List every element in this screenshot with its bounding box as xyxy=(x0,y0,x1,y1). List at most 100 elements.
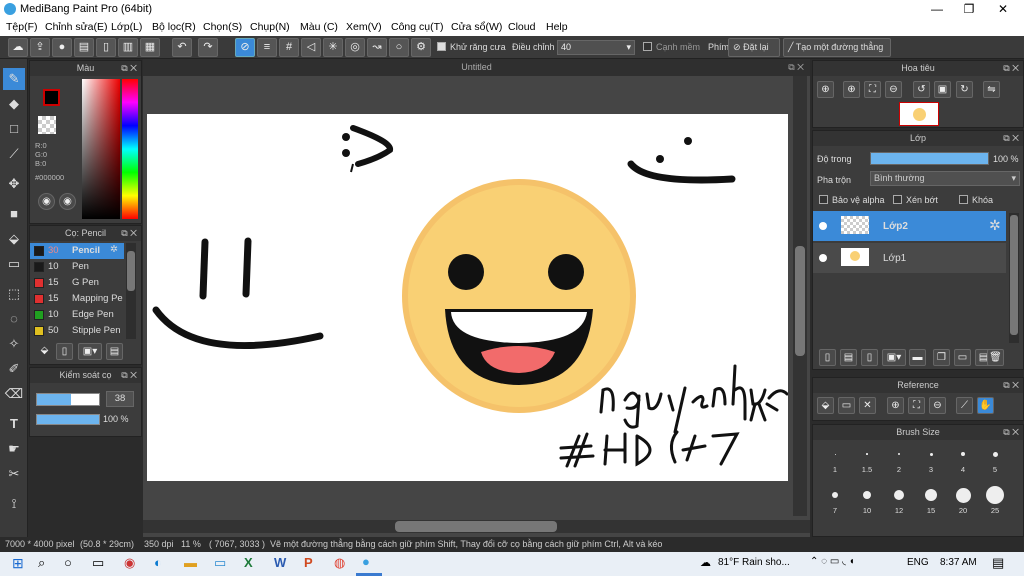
brush-menu-icon[interactable]: ▣▾ xyxy=(78,343,102,360)
reset-view-icon[interactable]: ▣ xyxy=(934,81,951,98)
brush-size-slider[interactable] xyxy=(36,393,100,406)
antialias-checkbox[interactable] xyxy=(437,42,446,51)
redo-button[interactable]: ↷ xyxy=(198,38,218,57)
menu-layer[interactable]: Lớp(L) xyxy=(111,21,142,33)
straight-line-button[interactable]: ╱ Tạo một đường thẳng xyxy=(783,38,891,57)
concentric-snap-icon[interactable]: ◎ xyxy=(345,38,365,57)
zoom-fit-icon[interactable]: ⊕ xyxy=(817,81,834,98)
gear-icon[interactable]: ✲ xyxy=(110,244,118,255)
blend-mode-select[interactable]: Bình thường ▾ xyxy=(870,171,1020,186)
no-snap-icon[interactable]: ⊘ xyxy=(235,38,255,57)
palette-add-icon[interactable]: ◉ xyxy=(59,193,76,210)
new-brush-icon[interactable]: ▯ xyxy=(56,343,73,360)
brush-size-preset[interactable]: 25 xyxy=(979,484,1011,524)
layer-item[interactable]: Lớp2 ✲ xyxy=(813,211,1006,241)
language-indicator[interactable]: ENG xyxy=(907,557,929,568)
cortana-icon[interactable]: ○ xyxy=(64,555,72,570)
menu-edit[interactable]: Chỉnh sửa(E) xyxy=(45,21,107,33)
perspective-snap-icon[interactable]: ◁ xyxy=(301,38,321,57)
layer-list-scrollbar[interactable] xyxy=(1009,213,1019,343)
duplicate-layer-icon[interactable]: ❐ xyxy=(933,349,950,366)
fit-icon[interactable]: ⛶ xyxy=(908,397,925,414)
brush-item[interactable]: 15 G Pen xyxy=(30,275,124,291)
navigator-thumbnail[interactable] xyxy=(899,102,939,126)
maximize-button[interactable]: ❐ xyxy=(952,0,986,18)
app-icon[interactable]: ◉ xyxy=(124,555,135,571)
tray-icons[interactable]: ⌃ ◌ ▭ ◟ ◖ xyxy=(810,556,855,567)
menu-select[interactable]: Chọn(S) xyxy=(203,21,242,33)
menu-cloud[interactable]: Cloud xyxy=(508,21,535,33)
divide-tool-icon[interactable]: ✂ xyxy=(3,463,25,485)
brush-add-icon[interactable]: ⬙ xyxy=(36,343,53,360)
grid-snap-icon[interactable]: # xyxy=(279,38,299,57)
zoom-in-icon[interactable]: ⊕ xyxy=(887,397,904,414)
clock[interactable]: 8:37 AM xyxy=(940,557,977,568)
adjust-select[interactable]: 40 ▾ xyxy=(557,40,635,55)
magic-wand-tool-icon[interactable]: ✧ xyxy=(3,333,25,355)
brush-settings-icon[interactable]: ▤ xyxy=(106,343,123,360)
gradient-tool-icon[interactable]: ▭ xyxy=(3,253,25,275)
cloud-reference-icon[interactable]: ⬙ xyxy=(817,397,834,414)
menu-color[interactable]: Màu (C) xyxy=(300,21,338,33)
brush-size-preset[interactable]: 4 xyxy=(947,443,979,483)
grid-panel-icon[interactable]: ▦ xyxy=(140,38,160,57)
eye-icon[interactable] xyxy=(819,222,827,230)
open-folder-icon[interactable]: ▭ xyxy=(838,397,855,414)
edge-icon[interactable]: ◐ xyxy=(154,555,162,570)
close-reference-icon[interactable]: ✕ xyxy=(859,397,876,414)
trash-icon[interactable]: 🗑 xyxy=(987,349,1004,366)
select-pen-tool-icon[interactable]: ✐ xyxy=(3,358,25,380)
comment-icon[interactable]: ● xyxy=(52,38,72,57)
task-view-icon[interactable]: ▭ xyxy=(92,555,104,571)
brush-item[interactable]: 10 Edge Pen xyxy=(30,307,124,323)
menu-view[interactable]: Xem(V) xyxy=(346,21,382,33)
soft-edge-checkbox[interactable] xyxy=(643,42,652,51)
powerpoint-icon[interactable]: P xyxy=(304,555,313,570)
panel-controls-icon[interactable]: ⧉ ✕ xyxy=(1003,61,1019,76)
brush-list-scrollbar[interactable] xyxy=(126,243,136,339)
lasso-tool-icon[interactable]: ◌ xyxy=(3,308,25,330)
eyedropper-icon[interactable]: ⟋ xyxy=(956,397,973,414)
brush-size-preset[interactable]: 20 xyxy=(947,484,979,524)
close-button[interactable]: ✕ xyxy=(986,0,1020,18)
eraser-tool-icon[interactable]: ◆ xyxy=(3,93,25,115)
zoom-in-icon[interactable]: ⊕ xyxy=(843,81,860,98)
new-layer-8bit-icon[interactable]: ▯ xyxy=(861,349,878,366)
brush-size-preset[interactable]: 5 xyxy=(979,443,1011,483)
menu-file[interactable]: Tệp(F) xyxy=(6,21,38,33)
hue-slider[interactable] xyxy=(122,79,138,219)
windows-start-icon[interactable]: ⊞ xyxy=(12,555,24,572)
layer-item[interactable]: Lớp1 xyxy=(813,243,1006,273)
notification-icon[interactable]: ▤ xyxy=(992,555,1004,571)
new-layer-icon[interactable]: ▯ xyxy=(819,349,836,366)
folder-icon[interactable]: ▬ xyxy=(909,349,926,366)
menu-help[interactable]: Help xyxy=(546,21,568,33)
excel-icon[interactable]: X xyxy=(244,555,253,570)
zoom-out-icon[interactable]: ⊖ xyxy=(929,397,946,414)
operation-tool-icon[interactable]: ☛ xyxy=(3,438,25,460)
protect-alpha-checkbox[interactable] xyxy=(819,195,828,204)
rotate-left-icon[interactable]: ↺ xyxy=(913,81,930,98)
drawing-canvas[interactable] xyxy=(147,114,789,481)
bucket-tool-icon[interactable]: ⬙ xyxy=(3,228,25,250)
panel-icon[interactable]: ▥ xyxy=(118,38,138,57)
brush-tool-icon[interactable]: ✎ xyxy=(3,68,25,90)
medibang-icon[interactable]: ● xyxy=(362,554,370,569)
fill-shape-tool-icon[interactable]: ■ xyxy=(3,203,25,225)
brush-item[interactable]: 50 Stipple Pen xyxy=(30,323,124,339)
menu-window[interactable]: Cửa sổ(W) xyxy=(451,21,502,33)
circle-snap-icon[interactable]: ○ xyxy=(389,38,409,57)
eye-icon[interactable] xyxy=(819,254,827,262)
cloud-icon[interactable]: ☁ xyxy=(8,38,28,57)
brush-size-preset[interactable]: 1.5 xyxy=(851,443,883,483)
brush-size-preset[interactable]: 7 xyxy=(819,484,851,524)
select-tool-icon[interactable]: ⬚ xyxy=(3,283,25,305)
file-explorer-icon[interactable]: ▬ xyxy=(184,555,197,570)
layer-add-menu-icon[interactable]: ▣▾ xyxy=(882,349,906,366)
panel-controls-icon[interactable]: ⧉ ✕ xyxy=(121,226,137,241)
brush-size-preset[interactable]: 15 xyxy=(915,484,947,524)
menu-snap[interactable]: Chụp(N) xyxy=(250,21,290,33)
new-layer-halftone-icon[interactable]: ▤ xyxy=(840,349,857,366)
primary-color-swatch[interactable] xyxy=(43,89,60,106)
layer-opacity-slider[interactable] xyxy=(870,152,989,165)
